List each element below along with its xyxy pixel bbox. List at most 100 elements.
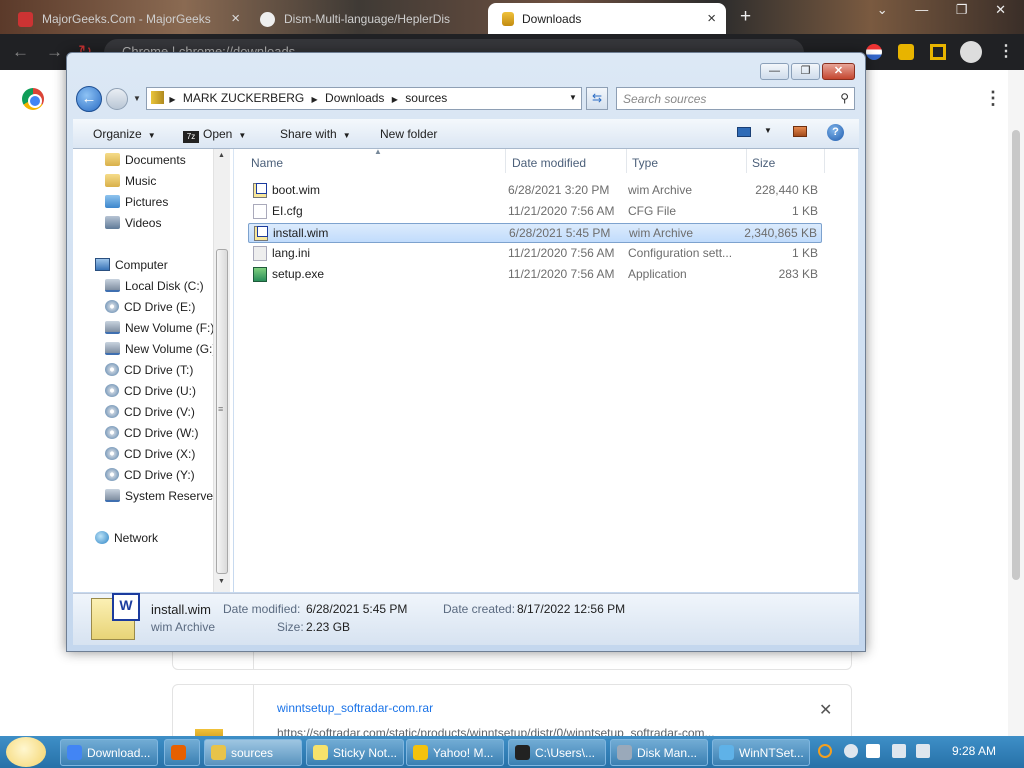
download-filename-link[interactable]: winntsetup_softradar-com.rar [277, 701, 433, 715]
refresh-icon[interactable]: ⇆ [586, 87, 608, 110]
nav-item-music[interactable]: Music [105, 171, 156, 192]
nav-item-network[interactable]: Network [95, 528, 158, 549]
profile-avatar-icon[interactable] [960, 41, 982, 63]
column-header-type[interactable]: Type [632, 156, 658, 170]
tab-majorgeeks[interactable]: MajorGeeks.Com - MajorGeeks × [0, 3, 250, 34]
forward-button-icon[interactable] [106, 88, 128, 110]
extensions-puzzle-icon[interactable] [898, 44, 914, 60]
taskbar-button[interactable] [164, 739, 200, 766]
tab-close-icon[interactable]: × [231, 10, 240, 27]
taskbar-button[interactable]: Disk Man... [610, 739, 708, 766]
chevron-right-icon[interactable]: ▶ [169, 95, 175, 104]
details-created-label: Date created: [443, 602, 516, 616]
search-input[interactable]: Search sources ⚲ [616, 87, 855, 110]
chevron-right-icon[interactable]: ▶ [312, 95, 318, 104]
view-options-dropdown-icon[interactable]: ▼ [764, 126, 772, 135]
back-arrow-icon[interactable]: ← [12, 42, 29, 62]
breadcrumb-sources[interactable]: sources [405, 91, 447, 105]
tab-close-icon[interactable]: × [707, 10, 716, 27]
start-button-icon[interactable] [6, 737, 46, 767]
recent-pages-dropdown-icon[interactable]: ▼ [133, 94, 141, 103]
address-dropdown-icon[interactable]: ▼ [569, 93, 577, 102]
column-header-date-modified[interactable]: Date modified [512, 156, 586, 170]
nav-pane-scrollbar[interactable]: ▲ ≡ ▼ [213, 149, 230, 592]
nav-item-drive-v[interactable]: CD Drive (V:) [105, 402, 195, 423]
tab-downloads[interactable]: Downloads × [488, 3, 726, 34]
scroll-up-icon[interactable]: ▲ [218, 152, 225, 159]
change-view-icon[interactable] [737, 127, 751, 137]
action-center-flag-icon[interactable] [866, 744, 880, 758]
taskbar-button[interactable]: Yahoo! M... [406, 739, 504, 766]
nav-item-documents[interactable]: Documents [105, 150, 186, 171]
nav-item-videos[interactable]: Videos [105, 213, 161, 234]
chevron-right-icon[interactable]: ▶ [392, 95, 398, 104]
file-row[interactable]: lang.ini 11/21/2020 7:56 AM Configuratio… [248, 244, 822, 264]
nav-item-system-reserved[interactable]: System Reserved [105, 486, 220, 507]
search-tray-icon[interactable] [818, 744, 832, 758]
preview-pane-icon[interactable] [793, 126, 807, 137]
column-divider[interactable] [626, 149, 627, 173]
nav-item-pictures[interactable]: Pictures [105, 192, 168, 213]
taskbar-button[interactable]: Download... [60, 739, 158, 766]
nav-item-drive-u[interactable]: CD Drive (U:) [105, 381, 196, 402]
scrollbar-thumb[interactable] [1012, 130, 1020, 580]
file-row[interactable]: EI.cfg 11/21/2020 7:56 AM CFG File 1 KB [248, 202, 822, 222]
taskbar-button[interactable]: C:\Users\... [508, 739, 606, 766]
browser-menu-icon[interactable]: ⋮ [998, 41, 1014, 61]
column-divider[interactable] [505, 149, 506, 173]
column-header-size[interactable]: Size [752, 156, 775, 170]
maximize-button[interactable]: ❐ [791, 63, 820, 80]
nav-item-drive-x[interactable]: CD Drive (X:) [105, 444, 195, 465]
file-date: 6/28/2021 5:45 PM [509, 226, 611, 240]
side-panel-icon[interactable] [930, 44, 946, 60]
organize-label: Organize [93, 127, 142, 141]
taskbar-clock[interactable]: 9:28 AM [952, 744, 996, 758]
column-header-name[interactable]: Name [251, 156, 283, 170]
volume-icon[interactable] [916, 744, 930, 758]
network-tray-icon[interactable] [892, 744, 906, 758]
nav-item-drive-f[interactable]: New Volume (F:) [105, 318, 214, 339]
minimize-button[interactable]: — [760, 63, 789, 80]
nav-item-label: CD Drive (U:) [124, 384, 196, 398]
back-button-icon[interactable]: ← [76, 86, 102, 112]
open-button[interactable]: 7z Open ▼ [183, 127, 246, 143]
forward-arrow-icon[interactable]: → [46, 42, 63, 62]
hard-drive-icon [105, 279, 120, 292]
column-divider[interactable] [746, 149, 747, 173]
taskbar-button[interactable]: sources [204, 739, 302, 766]
nav-item-drive-g[interactable]: New Volume (G:) [105, 339, 216, 360]
nav-item-drive-w[interactable]: CD Drive (W:) [105, 423, 198, 444]
extension-flag-icon[interactable] [866, 44, 882, 60]
taskbar-button[interactable]: WinNTSet... [712, 739, 810, 766]
nav-item-drive-c[interactable]: Local Disk (C:) [105, 276, 204, 297]
scroll-down-icon[interactable]: ▼ [218, 578, 225, 585]
tab-github[interactable]: Dism-Multi-language/HeplerDis [242, 3, 488, 34]
close-button[interactable]: ✕ [822, 63, 855, 80]
tray-app-icon[interactable] [844, 744, 858, 758]
page-scrollbar[interactable] [1008, 70, 1024, 736]
scrollbar-grip-icon: ≡ [218, 404, 224, 414]
details-pane: install.wim wim Archive Date modified: 6… [73, 593, 859, 645]
share-with-button[interactable]: Share with ▼ [280, 127, 351, 141]
new-tab-button[interactable]: + [740, 6, 751, 28]
organize-button[interactable]: Organize ▼ [93, 127, 156, 141]
new-folder-button[interactable]: New folder [380, 127, 437, 141]
nav-item-computer[interactable]: Computer [95, 255, 168, 276]
taskbar-button[interactable]: Sticky Not... [306, 739, 404, 766]
search-icon[interactable]: ⚲ [840, 91, 849, 105]
page-menu-icon[interactable]: ⋮ [984, 88, 1002, 109]
column-divider[interactable] [824, 149, 825, 173]
browser-window-controls[interactable]: ⌄ — ❐ ✕ [877, 2, 1018, 18]
nav-item-drive-e[interactable]: CD Drive (E:) [105, 297, 195, 318]
nav-item-drive-t[interactable]: CD Drive (T:) [105, 360, 193, 381]
help-icon[interactable]: ? [827, 124, 844, 141]
nav-item-drive-y[interactable]: CD Drive (Y:) [105, 465, 195, 486]
tab-title: Downloads [522, 12, 582, 26]
remove-download-icon[interactable]: ✕ [819, 700, 832, 720]
breadcrumb-downloads[interactable]: Downloads [325, 91, 384, 105]
address-breadcrumb[interactable]: ▶ MARK ZUCKERBERG ▶ Downloads ▶ sources [146, 87, 582, 110]
file-row[interactable]: setup.exe 11/21/2020 7:56 AM Application… [248, 265, 822, 285]
file-row-selected[interactable]: install.wim 6/28/2021 5:45 PM wim Archiv… [248, 223, 822, 243]
breadcrumb-user[interactable]: MARK ZUCKERBERG [183, 91, 304, 105]
file-row[interactable]: boot.wim 6/28/2021 3:20 PM wim Archive 2… [248, 181, 822, 201]
